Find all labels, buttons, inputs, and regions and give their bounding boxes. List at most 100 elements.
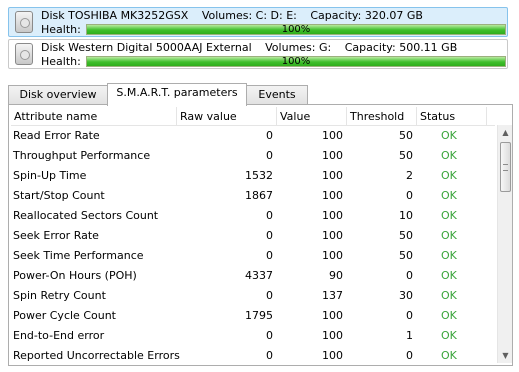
value-cell: 100 xyxy=(322,329,343,342)
table-row[interactable]: Read Error Rate 0 100 50 OK xyxy=(11,126,495,146)
threshold-cell: 0 xyxy=(406,349,413,362)
raw-value-cell: 0 xyxy=(266,249,273,262)
table-row[interactable]: Spin-Up Time 1532 100 2 OK xyxy=(11,166,495,186)
disk-2-title: Disk Western Digital 5000AAJ External Vo… xyxy=(41,41,467,54)
raw-value-cell: 1532 xyxy=(245,169,273,182)
threshold-cell: 50 xyxy=(399,129,413,142)
table-row[interactable]: Power Cycle Count 1795 100 0 OK xyxy=(11,306,495,326)
attribute-name-cell: Power Cycle Count xyxy=(13,309,116,322)
tab-smart-parameters[interactable]: S.M.A.R.T. parameters xyxy=(107,83,247,106)
column-header-status[interactable]: Status xyxy=(417,107,487,126)
value-cell: 137 xyxy=(322,289,343,302)
disk-2-capacity: Capacity: 500.11 GB xyxy=(344,41,458,54)
disk-2-name: Disk Western Digital 5000AAJ External xyxy=(41,41,252,54)
table-row[interactable]: Start/Stop Count 1867 100 0 OK xyxy=(11,186,495,206)
raw-value-cell: 0 xyxy=(266,329,273,342)
vertical-scrollbar[interactable]: ▲ ▼ xyxy=(497,125,512,363)
table-row[interactable]: Reported Uncorrectable Errors 0 100 0 OK xyxy=(11,346,495,363)
value-cell: 100 xyxy=(322,189,343,202)
attribute-name-cell: Spin-Up Time xyxy=(13,169,87,182)
attribute-name-cell: Power-On Hours (POH) xyxy=(13,269,137,282)
threshold-cell: 50 xyxy=(399,149,413,162)
table-row[interactable]: Reallocated Sectors Count 0 100 10 OK xyxy=(11,206,495,226)
disk-1-health-value: 100% xyxy=(281,24,311,35)
disk-1-health-bar: 100% xyxy=(86,24,506,35)
status-cell: OK xyxy=(441,149,457,162)
disk-2-health-label: Health: xyxy=(41,55,81,68)
raw-value-cell: 0 xyxy=(266,289,273,302)
column-header-threshold[interactable]: Threshold xyxy=(347,107,417,126)
list-body: Read Error Rate 0 100 50 OK Throughput Perfor… xyxy=(11,126,495,363)
raw-value-cell: 0 xyxy=(266,149,273,162)
threshold-cell: 2 xyxy=(406,169,413,182)
tab-events[interactable]: Events xyxy=(246,85,308,105)
column-header-attribute-name[interactable]: Attribute name xyxy=(11,107,177,126)
smart-parameters-pane: Attribute name Raw value Value Threshold… xyxy=(8,104,513,366)
column-header-raw-value[interactable]: Raw value xyxy=(177,107,277,126)
disk-1-volumes: Volumes: C: D: E: xyxy=(201,9,297,22)
raw-value-cell: 0 xyxy=(266,209,273,222)
value-cell: 100 xyxy=(322,169,343,182)
raw-value-cell: 0 xyxy=(266,229,273,242)
value-cell: 100 xyxy=(322,149,343,162)
disk-2-health-value: 100% xyxy=(281,56,311,67)
threshold-cell: 50 xyxy=(399,229,413,242)
attribute-name-cell: Reallocated Sectors Count xyxy=(13,209,159,222)
threshold-cell: 50 xyxy=(399,249,413,262)
status-cell: OK xyxy=(441,229,457,242)
status-cell: OK xyxy=(441,349,457,362)
column-header-value[interactable]: Value xyxy=(277,107,347,126)
scroll-thumb[interactable] xyxy=(500,142,511,192)
scroll-down-arrow-icon[interactable]: ▼ xyxy=(498,348,513,363)
list-header: Attribute name Raw value Value Threshold… xyxy=(11,107,495,126)
disk-1-title: Disk TOSHIBA MK3252GSX Volumes: C: D: E:… xyxy=(41,9,433,22)
status-cell: OK xyxy=(441,329,457,342)
status-cell: OK xyxy=(441,269,457,282)
disk-1-health-label: Health: xyxy=(41,23,81,36)
value-cell: 100 xyxy=(322,349,343,362)
disk-entry-2[interactable]: Disk Western Digital 5000AAJ External Vo… xyxy=(8,39,508,69)
table-row[interactable]: End-to-End error 0 100 1 OK xyxy=(11,326,495,346)
disk-2-health-bar: 100% xyxy=(86,56,506,67)
smart-monitor-window: Disk TOSHIBA MK3252GSX Volumes: C: D: E:… xyxy=(0,0,519,372)
threshold-cell: 30 xyxy=(399,289,413,302)
hard-disk-icon xyxy=(15,11,33,33)
disk-1-capacity: Capacity: 320.07 GB xyxy=(310,9,423,22)
scroll-up-arrow-icon[interactable]: ▲ xyxy=(498,125,513,140)
value-cell: 100 xyxy=(322,229,343,242)
smart-attributes-list[interactable]: Attribute name Raw value Value Threshold… xyxy=(11,107,495,363)
attribute-name-cell: Seek Time Performance xyxy=(13,249,144,262)
threshold-cell: 10 xyxy=(399,209,413,222)
tab-disk-overview[interactable]: Disk overview xyxy=(8,85,108,105)
table-row[interactable]: Throughput Performance 0 100 50 OK xyxy=(11,146,495,166)
table-row[interactable]: Seek Time Performance 0 100 50 OK xyxy=(11,246,495,266)
header-corner xyxy=(497,107,512,125)
attribute-name-cell: Read Error Rate xyxy=(13,129,100,142)
disk-entry-1[interactable]: Disk TOSHIBA MK3252GSX Volumes: C: D: E:… xyxy=(8,7,508,37)
status-cell: OK xyxy=(441,209,457,222)
attribute-name-cell: End-to-End error xyxy=(13,329,105,342)
status-cell: OK xyxy=(441,189,457,202)
attribute-name-cell: Seek Error Rate xyxy=(13,229,99,242)
status-cell: OK xyxy=(441,169,457,182)
raw-value-cell: 0 xyxy=(266,349,273,362)
attribute-name-cell: Reported Uncorrectable Errors xyxy=(13,349,180,362)
value-cell: 100 xyxy=(322,309,343,322)
threshold-cell: 0 xyxy=(406,269,413,282)
raw-value-cell: 1795 xyxy=(245,309,273,322)
table-row[interactable]: Spin Retry Count 0 137 30 OK xyxy=(11,286,495,306)
raw-value-cell: 1867 xyxy=(245,189,273,202)
disk-1-name: Disk TOSHIBA MK3252GSX xyxy=(41,9,189,22)
value-cell: 90 xyxy=(329,269,343,282)
raw-value-cell: 4337 xyxy=(245,269,273,282)
table-row[interactable]: Seek Error Rate 0 100 50 OK xyxy=(11,226,495,246)
hard-disk-icon xyxy=(15,43,33,65)
threshold-cell: 1 xyxy=(406,329,413,342)
status-cell: OK xyxy=(441,129,457,142)
table-row[interactable]: Power-On Hours (POH) 4337 90 0 OK xyxy=(11,266,495,286)
disk-2-volumes: Volumes: G: xyxy=(265,41,332,54)
attribute-name-cell: Start/Stop Count xyxy=(13,189,105,202)
value-cell: 100 xyxy=(322,249,343,262)
value-cell: 100 xyxy=(322,129,343,142)
attribute-name-cell: Spin Retry Count xyxy=(13,289,106,302)
